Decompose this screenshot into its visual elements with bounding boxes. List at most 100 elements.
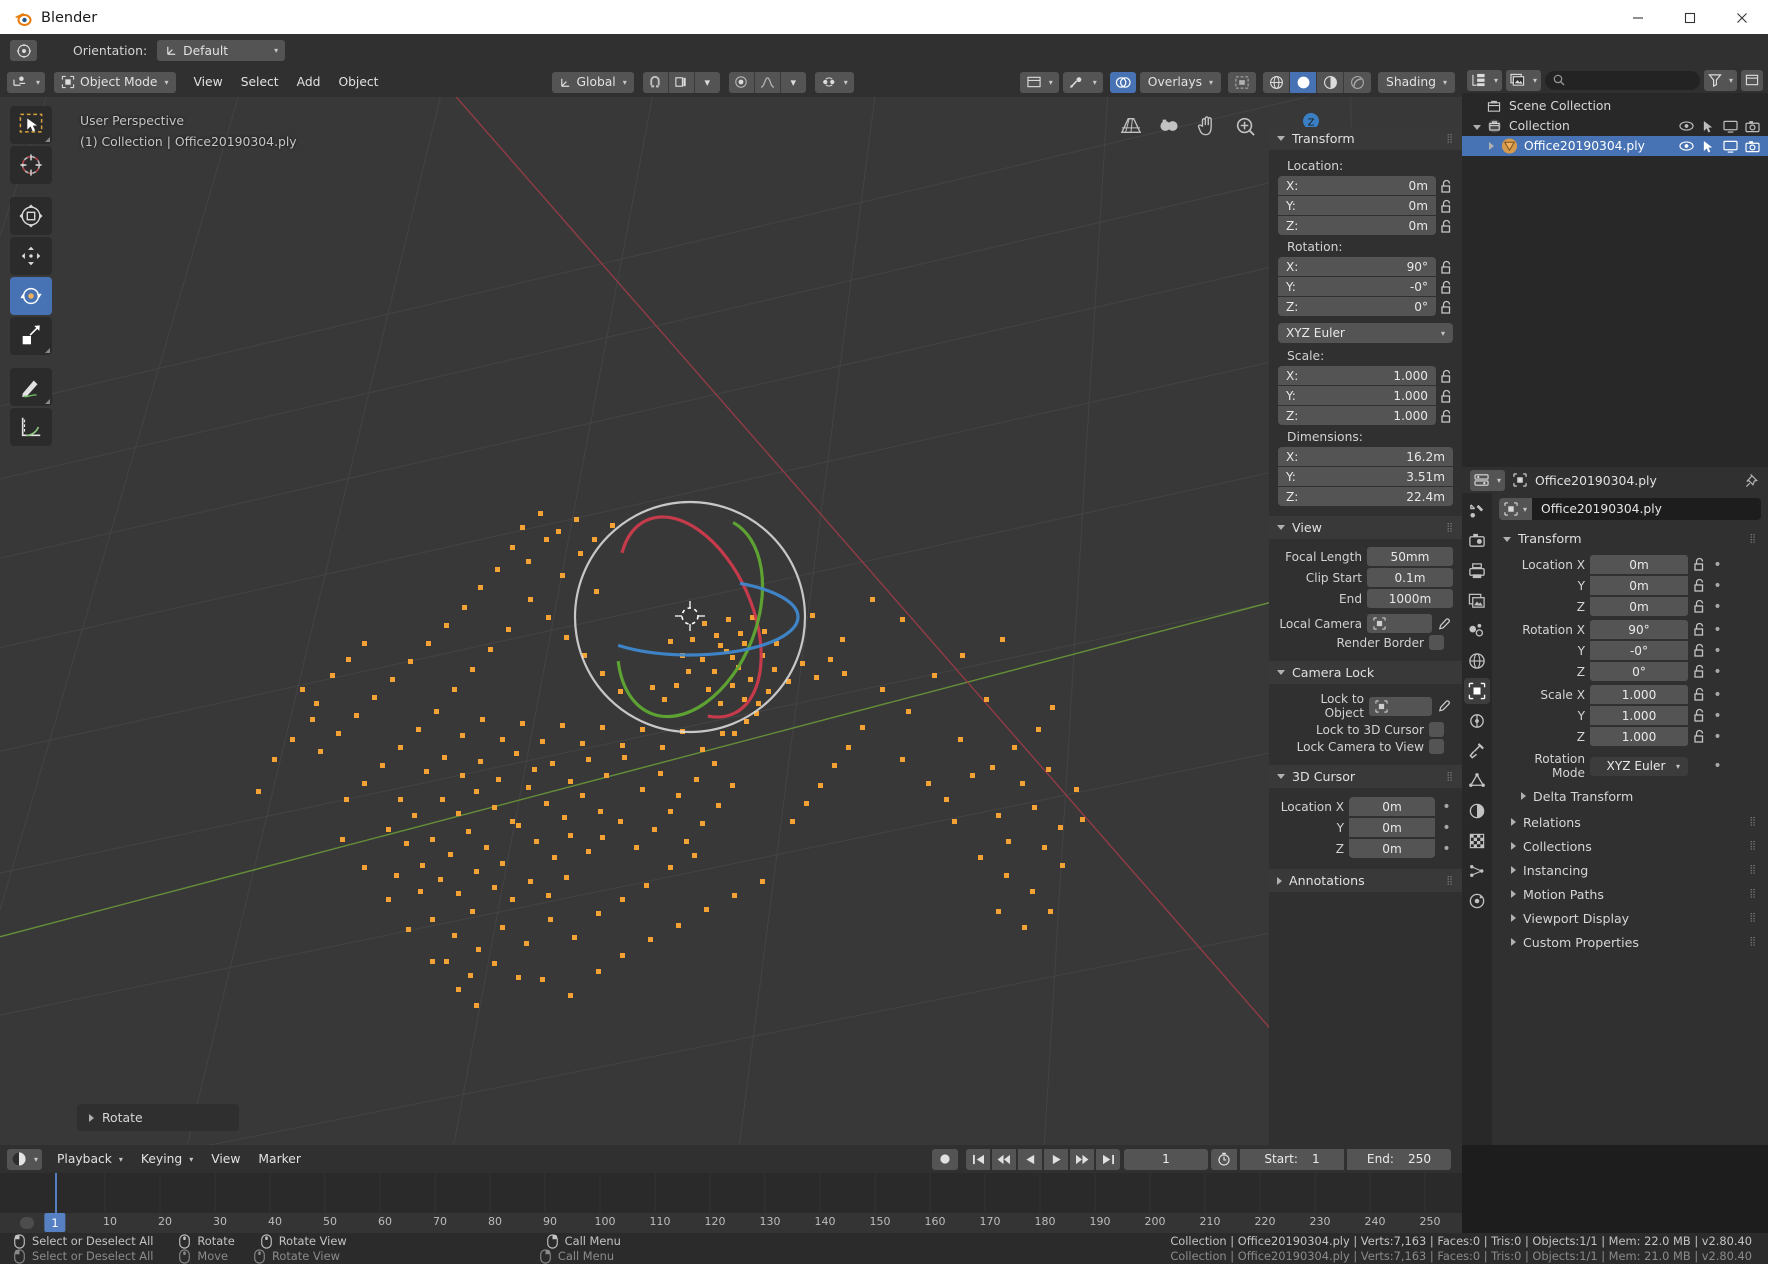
jump-to-end-button[interactable] xyxy=(1096,1148,1120,1170)
animate-property-dot-icon[interactable]: • xyxy=(1711,600,1724,614)
pivot-point-dropdown[interactable]: ▾ xyxy=(814,71,854,93)
view-layer-tab[interactable] xyxy=(1464,588,1490,614)
animate-property-dot-icon[interactable]: • xyxy=(1711,709,1724,723)
rotation-x-field[interactable]: X: 90° xyxy=(1278,257,1436,276)
use-preview-range-button[interactable] xyxy=(1211,1148,1237,1170)
material-tab[interactable] xyxy=(1464,828,1490,854)
lock-icon[interactable] xyxy=(1440,409,1453,424)
world-tab[interactable] xyxy=(1464,648,1490,674)
lock-icon[interactable] xyxy=(1693,664,1706,679)
auto-keying-button[interactable] xyxy=(932,1148,958,1170)
outliner-row-object[interactable]: Office20190304.ply xyxy=(1462,136,1768,156)
timeline-strip[interactable] xyxy=(0,1173,1462,1213)
cursor-select-icon[interactable] xyxy=(1697,140,1719,153)
prop-scale-y-field[interactable]: 1.000 xyxy=(1590,706,1688,725)
npanel-camera-lock-header[interactable]: Camera Lock xyxy=(1269,661,1462,684)
timeline-menu-view[interactable]: View xyxy=(204,1149,247,1170)
panel-delta-transform[interactable]: Delta Transform xyxy=(1499,784,1761,808)
outliner-row-collection[interactable]: Collection xyxy=(1462,116,1768,136)
animate-property-dot-icon[interactable]: • xyxy=(1711,665,1724,679)
animate-property-dot-icon[interactable]: • xyxy=(1711,644,1724,658)
camera-icon[interactable] xyxy=(1741,140,1763,153)
lock-icon[interactable] xyxy=(1693,599,1706,614)
prop-location-x-field[interactable]: 0m xyxy=(1590,555,1688,574)
lock-icon[interactable] xyxy=(1693,729,1706,744)
drag-handle-icon[interactable]: ⣿ xyxy=(1446,772,1454,782)
npanel-annotations-header[interactable]: Annotations ⣿ xyxy=(1269,869,1462,892)
focal-length-field[interactable]: 50mm xyxy=(1367,547,1453,566)
tool-cursor[interactable] xyxy=(10,146,52,184)
render-tab[interactable] xyxy=(1464,528,1490,554)
rendered-shading-button[interactable] xyxy=(1344,72,1371,93)
render-border-checkbox[interactable] xyxy=(1429,635,1444,650)
scale-x-field[interactable]: X: 1.000 xyxy=(1278,366,1436,385)
lock-to-object-field[interactable] xyxy=(1369,696,1432,716)
lock-icon[interactable] xyxy=(1440,369,1453,384)
outliner-new-collection-button[interactable] xyxy=(1741,69,1763,91)
panel-motion-paths[interactable]: Motion Paths ⣿ xyxy=(1499,882,1761,906)
drag-handle-icon[interactable]: ⣿ xyxy=(1446,134,1454,144)
scale-z-field[interactable]: Z: 1.000 xyxy=(1278,406,1436,425)
disclosure-triangle-icon[interactable] xyxy=(1470,119,1484,133)
eyedropper-icon[interactable] xyxy=(1437,699,1453,713)
outliner-editor-type-selector[interactable]: ▾ xyxy=(1467,69,1503,91)
prop-location-y-field[interactable]: 0m xyxy=(1590,576,1688,595)
panel-collections[interactable]: Collections ⣿ xyxy=(1499,834,1761,858)
rotation-y-field[interactable]: Y: -0° xyxy=(1278,277,1436,296)
outliner-row-scene-collection[interactable]: Scene Collection xyxy=(1462,96,1768,116)
proportional-editing-toggle[interactable] xyxy=(729,71,755,93)
xray-toggle-button[interactable] xyxy=(1228,71,1257,93)
drag-handle-icon[interactable]: ⣿ xyxy=(1446,523,1454,533)
overlays-toggle-button[interactable] xyxy=(1109,71,1136,93)
tool-scale[interactable] xyxy=(10,317,52,355)
cursor-z-field[interactable]: 0m xyxy=(1349,839,1435,858)
falloff-dropdown[interactable] xyxy=(755,71,781,93)
drag-handle-icon[interactable]: ⣿ xyxy=(1749,889,1761,899)
lock-icon[interactable] xyxy=(1440,260,1453,275)
drag-handle-icon[interactable]: ⣿ xyxy=(1446,876,1454,886)
drag-handle-icon[interactable]: ⣿ xyxy=(1749,534,1761,544)
outliner-search-input[interactable] xyxy=(1545,70,1700,90)
interaction-mode-selector[interactable]: Object Mode ▾ xyxy=(54,71,176,93)
scale-y-field[interactable]: Y: 1.000 xyxy=(1278,386,1436,405)
dimensions-z-field[interactable]: Z: 22.4m xyxy=(1278,487,1453,506)
object-browse-button[interactable]: ▾ xyxy=(1499,498,1533,520)
outliner-display-mode-selector[interactable]: ▾ xyxy=(1506,69,1542,91)
panel-instancing[interactable]: Instancing ⣿ xyxy=(1499,858,1761,882)
location-x-field[interactable]: X: 0m xyxy=(1278,176,1436,195)
timeline-ruler[interactable]: 1 10 20 30 40 50 60 70 80 90 100 110 120… xyxy=(0,1213,1462,1233)
prop-rotation-z-field[interactable]: 0° xyxy=(1590,662,1688,681)
zoom-view-icon[interactable] xyxy=(1230,111,1260,141)
minimize-button[interactable] xyxy=(1612,0,1664,36)
lock-to-3d-cursor-checkbox[interactable] xyxy=(1429,722,1444,737)
cursor-y-field[interactable]: 0m xyxy=(1349,818,1435,837)
snap-toggle-button[interactable] xyxy=(643,71,669,93)
object-tab[interactable] xyxy=(1464,678,1490,704)
dimensions-y-field[interactable]: Y: 3.51m xyxy=(1278,467,1453,486)
pan-view-icon[interactable] xyxy=(1192,111,1222,141)
rotation-z-field[interactable]: Z: 0° xyxy=(1278,297,1436,316)
operator-redo-panel[interactable]: Rotate xyxy=(77,1104,239,1131)
camera-icon[interactable] xyxy=(1741,120,1763,133)
location-z-field[interactable]: Z: 0m xyxy=(1278,216,1436,235)
play-reverse-button[interactable] xyxy=(1018,1148,1042,1170)
physics-tab[interactable] xyxy=(1464,738,1490,764)
lock-icon[interactable] xyxy=(1440,300,1453,315)
cursor-x-field[interactable]: 0m xyxy=(1349,797,1435,816)
monitor-icon[interactable] xyxy=(1719,120,1741,133)
object-name-field[interactable]: Office20190304.ply xyxy=(1532,498,1761,520)
overlays-dropdown[interactable]: Overlays ▾ xyxy=(1139,71,1222,93)
particles-tab[interactable] xyxy=(1464,858,1490,884)
lock-icon[interactable] xyxy=(1693,557,1706,572)
maximize-button[interactable] xyxy=(1664,0,1716,36)
gizmo-dropdown[interactable]: ▾ xyxy=(1062,71,1103,93)
orientation-dropdown[interactable]: Default ▾ xyxy=(157,40,286,61)
animate-property-dot-icon[interactable]: • xyxy=(1711,759,1724,773)
eye-icon[interactable] xyxy=(1675,120,1697,133)
drag-handle-icon[interactable]: ⣿ xyxy=(1749,865,1761,875)
snap-chevron-down-icon[interactable]: ▾ xyxy=(695,72,720,93)
scene-tab[interactable] xyxy=(1464,618,1490,644)
animate-property-dot-icon[interactable]: • xyxy=(1440,800,1453,814)
eyedropper-icon[interactable] xyxy=(1437,617,1453,631)
jump-to-start-button[interactable] xyxy=(966,1148,990,1170)
